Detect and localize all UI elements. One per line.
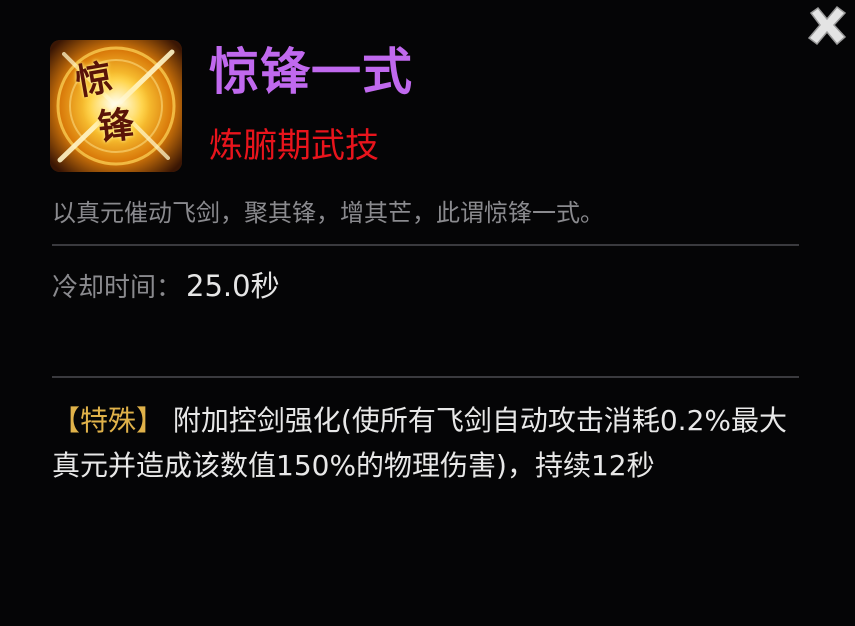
cooldown-row: 冷却时间： 25.0秒 xyxy=(52,266,280,311)
skill-effect: 【特殊】 附加控剑强化(使所有飞剑自动攻击消耗0.2%最大真元并造成该数值150… xyxy=(52,398,804,488)
icon-char-2: 锋 xyxy=(95,103,137,149)
effect-tag: 【特殊】 xyxy=(52,404,165,437)
close-icon[interactable] xyxy=(805,4,849,48)
divider xyxy=(52,376,799,378)
icon-char-1: 惊 xyxy=(72,56,116,104)
close-button[interactable] xyxy=(805,4,849,48)
skill-description: 以真元催动飞剑，聚其锋，增其芒，此谓惊锋一式。 xyxy=(52,199,604,227)
cooldown-value: 25.0秒 xyxy=(186,269,280,303)
skill-name: 惊锋一式 xyxy=(209,43,413,101)
divider xyxy=(52,244,799,246)
cooldown-label: 冷却时间： xyxy=(52,273,183,303)
skill-type: 炼腑期武技 xyxy=(209,126,379,166)
skill-tooltip-panel: 惊 锋 惊锋一式 炼腑期武技 以真元催动飞剑，聚其锋，增其芒，此谓惊锋一式。 冷… xyxy=(0,0,855,626)
skill-icon: 惊 锋 xyxy=(50,40,182,172)
